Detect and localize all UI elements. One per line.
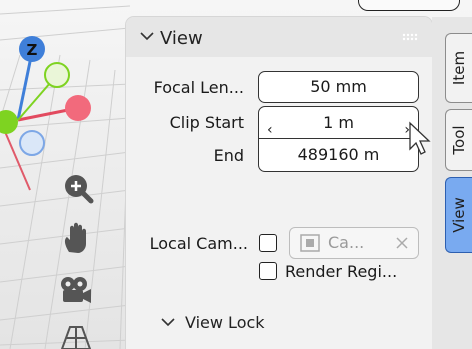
negative-z-axis-handle[interactable] (19, 130, 45, 156)
clip-end-label: End (213, 146, 244, 165)
chevron-down-icon (161, 318, 175, 327)
z-axis-label: Z (27, 41, 38, 59)
view-panel-header[interactable]: View (126, 17, 432, 57)
tab-item[interactable]: Item (445, 33, 472, 103)
tab-item-label: Item (450, 50, 468, 86)
x-axis-handle[interactable] (65, 95, 91, 121)
render-region-label[interactable]: Render Regi... (285, 262, 397, 281)
tab-tool-label: Tool (450, 125, 468, 155)
local-camera-placeholder: Ca... (328, 233, 365, 252)
tab-tool[interactable]: Tool (445, 109, 472, 171)
pan-hand-icon[interactable] (60, 222, 94, 256)
clear-x-icon[interactable] (396, 237, 408, 249)
focal-length-field[interactable]: 50 mm (258, 71, 419, 103)
z-axis-handle[interactable]: Z (19, 36, 45, 62)
tab-view[interactable]: View (445, 177, 472, 253)
view-panel: View (126, 17, 432, 349)
sidebar-tabs: Item Tool View (432, 17, 472, 349)
navigation-gizmo[interactable]: Z (0, 30, 110, 165)
panel-title: View (160, 28, 203, 49)
y-axis-handle[interactable] (0, 110, 18, 134)
drag-handle-icon[interactable] (402, 33, 420, 41)
mouse-cursor-icon (409, 121, 431, 155)
focal-length-label: Focal Len... (153, 78, 244, 97)
local-camera-label: Local Cam... (149, 234, 248, 253)
view-lock-label: View Lock (185, 313, 265, 332)
tab-view-label: View (450, 197, 468, 233)
camera-object-icon (300, 234, 320, 252)
chevron-down-icon (140, 32, 154, 41)
clip-end-field[interactable]: 489160 m (258, 138, 419, 172)
camera-view-icon[interactable] (58, 275, 94, 307)
clip-start-label: Clip Start (169, 113, 244, 132)
perspective-toggle-icon[interactable] (60, 325, 92, 349)
clip-start-value: 1 m (323, 113, 354, 132)
local-camera-checkbox[interactable] (259, 234, 277, 252)
render-region-checkbox[interactable] (259, 262, 277, 280)
view-lock-subpanel-header[interactable]: View Lock (161, 313, 265, 332)
local-camera-object-field[interactable]: Ca... (289, 227, 419, 259)
negative-y-axis-handle[interactable] (44, 62, 70, 88)
header-widget-edge (358, 0, 460, 11)
zoom-icon[interactable] (62, 172, 94, 204)
clip-start-field[interactable]: ‹ 1 m › (258, 106, 419, 140)
